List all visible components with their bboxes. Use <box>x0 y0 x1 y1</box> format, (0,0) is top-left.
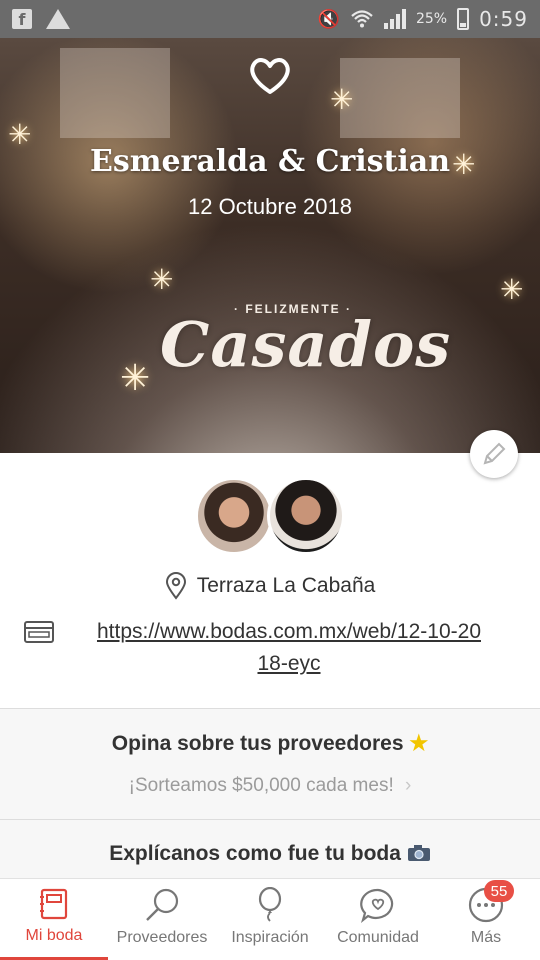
star-icon: ★ <box>409 732 429 755</box>
wedding-date: 12 Octubre 2018 <box>188 194 352 219</box>
notebook-icon <box>40 888 68 920</box>
chat-heart-icon <box>360 888 394 923</box>
nav-label: Proveedores <box>116 929 208 946</box>
couple-names: Esmeralda & Cristian <box>89 144 451 179</box>
facebook-icon: f <box>12 9 32 29</box>
card-title: Opina sobre tus proveedores <box>111 732 404 755</box>
review-vendors-card[interactable]: Opina sobre tus proveedores ★ ¡Sorteamos… <box>0 709 540 819</box>
card-title: Explícanos como fue tu boda <box>109 842 401 865</box>
website-row[interactable]: https://www.bodas.com.mx/web/12-10-20 18… <box>24 616 524 680</box>
clock: 0:59 <box>479 7 528 31</box>
nav-label: Más <box>470 929 502 946</box>
venue-name: Terraza La Cabaña <box>196 574 376 597</box>
nav-mi-boda[interactable]: Mi boda <box>0 879 108 960</box>
avatar-bride[interactable] <box>195 477 273 555</box>
mute-icon: 🔇 <box>317 8 340 30</box>
pencil-icon <box>483 442 506 465</box>
nav-label: Mi boda <box>25 927 83 944</box>
nav-inspiracion[interactable]: Inspiración <box>216 879 324 960</box>
signal-icon <box>383 9 406 29</box>
notification-badge: 55 <box>484 880 514 902</box>
nav-comunidad[interactable]: Comunidad <box>324 879 432 960</box>
chevron-right-icon: › <box>405 775 412 796</box>
battery-icon <box>457 8 470 30</box>
camera-icon <box>407 845 430 861</box>
nav-label: Comunidad <box>337 929 419 946</box>
website-link[interactable]: https://www.bodas.com.mx/web/12-10-20 18… <box>64 616 514 680</box>
cover-photo: ✳ ✳ ✳ ✳ ✳ ✳ Esmeralda & Cristian 12 Octu… <box>0 38 540 453</box>
magnifier-icon <box>146 888 179 921</box>
card-subtitle: ¡Sorteamos $50,000 cada mes! <box>128 775 394 796</box>
badge-script: Casados <box>160 308 452 381</box>
nav-proveedores[interactable]: Proveedores <box>108 879 216 960</box>
bottom-navigation: Mi boda Proveedores Inspiración Comunida… <box>0 878 540 960</box>
location-pin-icon <box>165 572 186 600</box>
wifi-icon <box>351 10 373 28</box>
share-wedding-card[interactable]: Explícanos como fue tu boda <box>0 820 540 878</box>
drive-icon <box>46 9 70 29</box>
web-icon <box>24 621 54 643</box>
status-bar: f 🔇 25% 0:59 <box>0 0 540 38</box>
battery-percent: 25% <box>415 11 448 27</box>
heart-icon <box>250 58 290 94</box>
edit-cover-button[interactable] <box>470 430 518 478</box>
venue-row[interactable]: Terraza La Cabaña <box>0 572 540 600</box>
avatar-groom[interactable] <box>267 477 345 555</box>
balloon-icon <box>258 887 282 922</box>
couple-avatars <box>195 477 345 555</box>
nav-label: Inspiración <box>231 929 309 946</box>
